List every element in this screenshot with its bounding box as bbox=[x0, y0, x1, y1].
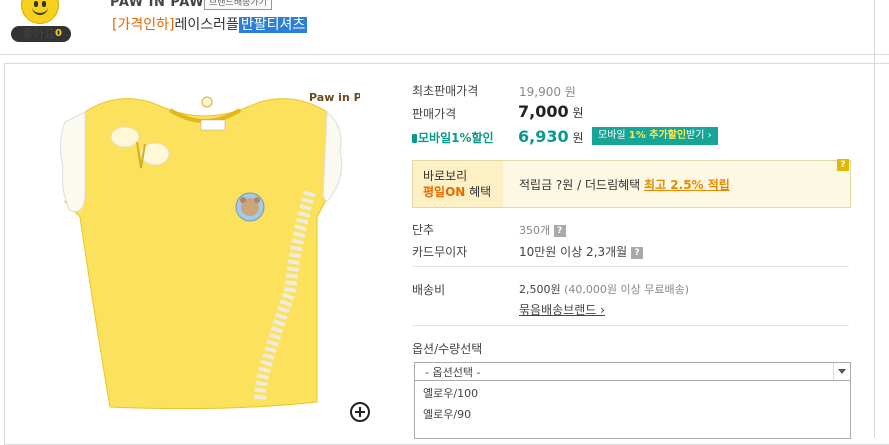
card-help-icon[interactable]: ? bbox=[631, 247, 644, 259]
mobile-phone-icon bbox=[412, 134, 417, 143]
mobile-price: 6,930 원 bbox=[518, 127, 584, 146]
option-item[interactable]: 옐로우/90 bbox=[423, 406, 471, 422]
original-price: 19,900 원 bbox=[519, 85, 576, 99]
option-list: 옐로우/100 옐로우/90 bbox=[414, 380, 851, 439]
bundle-shipping-link[interactable]: 묶음배송브랜드 › bbox=[519, 301, 605, 318]
original-price-label: 최초판매가격 bbox=[412, 84, 479, 98]
brand-shipping-button[interactable]: 브랜드배송가기 bbox=[204, 0, 272, 10]
smiley-like-icon[interactable] bbox=[21, 0, 59, 24]
sale-price: 7,000 원 bbox=[518, 102, 584, 121]
mobile-extra-discount-button[interactable]: 모바일 1% 추가할인받기 › bbox=[592, 127, 718, 145]
product-image: Paw in Paw bbox=[59, 91, 360, 410]
benefit-subtitle: 평일ON 혜택 bbox=[423, 185, 492, 199]
shipping-value: 2,500원 (40,000원 이상 무료배송) bbox=[519, 283, 690, 296]
like-label: 좋아요 bbox=[22, 27, 56, 41]
benefit-help-icon[interactable]: ? bbox=[837, 159, 849, 171]
product-header: 좋아요 0 PAW IN PAW 브랜드배송가기 [가격인하]레이스러플 반팔티셔… bbox=[0, 0, 889, 55]
card-interest-label: 카드무이자 bbox=[412, 245, 468, 259]
product-title: [가격인하]레이스러플 반팔티셔츠 bbox=[112, 14, 308, 34]
zoom-in-icon[interactable] bbox=[350, 402, 370, 422]
title-prefix: [가격인하] bbox=[112, 17, 175, 33]
title-main: 레이스러플 bbox=[174, 17, 239, 33]
brand-name[interactable]: PAW IN PAW bbox=[110, 0, 204, 10]
danchu-label: 단추 bbox=[412, 223, 435, 237]
benefit-link[interactable]: 최고 2.5% 적립 bbox=[644, 178, 730, 192]
like-counter[interactable]: 좋아요 0 bbox=[11, 26, 71, 42]
right-border bbox=[874, 0, 875, 438]
benefit-title: 바로보리 bbox=[423, 169, 468, 183]
mobile-discount-label: 모바일1%할인 bbox=[412, 129, 494, 146]
chevron-down-icon[interactable] bbox=[833, 363, 850, 380]
danchu-help-icon[interactable]: ? bbox=[553, 225, 566, 237]
title-highlight: 반팔티셔츠 bbox=[238, 17, 308, 33]
benefit-text: 적립금 ?원 / 더드림혜택 최고 2.5% 적립 bbox=[519, 178, 730, 192]
paw-logo: Paw in Paw bbox=[309, 91, 360, 104]
shipping-label: 배송비 bbox=[412, 283, 446, 297]
card-interest-value: 10만원 이상 2,3개월 ? bbox=[519, 243, 644, 260]
sale-price-label: 판매가격 bbox=[412, 107, 457, 121]
divider bbox=[412, 266, 849, 267]
divider bbox=[412, 325, 849, 326]
danchu-value: 350개 ? bbox=[519, 222, 566, 238]
option-item[interactable]: 옐로우/100 bbox=[423, 385, 478, 401]
option-label: 옵션/수량선택 bbox=[412, 342, 483, 356]
like-count: 0 bbox=[55, 28, 62, 39]
option-select-value: - 옵션선택 - bbox=[425, 366, 481, 379]
option-select[interactable]: - 옵션선택 - bbox=[414, 362, 851, 381]
